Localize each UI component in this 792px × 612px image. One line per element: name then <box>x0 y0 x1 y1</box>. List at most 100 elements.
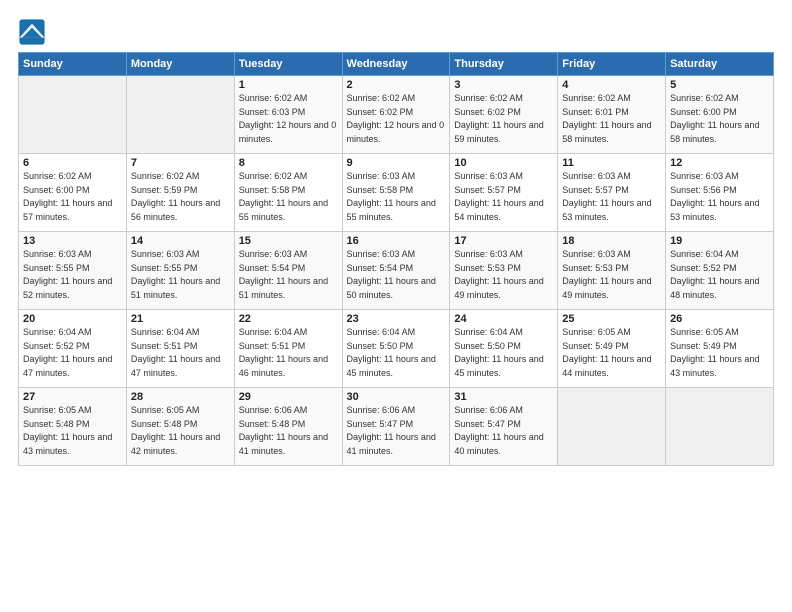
day-number: 22 <box>239 313 338 325</box>
day-info: Sunrise: 6:02 AMSunset: 6:00 PMDaylight:… <box>670 92 769 146</box>
week-row-2: 6Sunrise: 6:02 AMSunset: 6:00 PMDaylight… <box>19 154 774 232</box>
day-number: 10 <box>454 157 553 169</box>
day-cell <box>126 76 234 154</box>
day-info: Sunrise: 6:02 AMSunset: 6:02 PMDaylight:… <box>454 92 553 146</box>
day-cell <box>19 76 127 154</box>
day-number: 30 <box>347 391 446 403</box>
header-row: SundayMondayTuesdayWednesdayThursdayFrid… <box>19 53 774 76</box>
header-day-thursday: Thursday <box>450 53 558 76</box>
calendar-table: SundayMondayTuesdayWednesdayThursdayFrid… <box>18 52 774 466</box>
day-cell: 25Sunrise: 6:05 AMSunset: 5:49 PMDayligh… <box>558 310 666 388</box>
day-cell: 5Sunrise: 6:02 AMSunset: 6:00 PMDaylight… <box>666 76 774 154</box>
day-info: Sunrise: 6:05 AMSunset: 5:49 PMDaylight:… <box>562 326 661 380</box>
day-cell: 17Sunrise: 6:03 AMSunset: 5:53 PMDayligh… <box>450 232 558 310</box>
day-cell: 6Sunrise: 6:02 AMSunset: 6:00 PMDaylight… <box>19 154 127 232</box>
day-number: 8 <box>239 157 338 169</box>
day-info: Sunrise: 6:04 AMSunset: 5:52 PMDaylight:… <box>670 248 769 302</box>
day-number: 25 <box>562 313 661 325</box>
day-cell: 4Sunrise: 6:02 AMSunset: 6:01 PMDaylight… <box>558 76 666 154</box>
day-cell: 18Sunrise: 6:03 AMSunset: 5:53 PMDayligh… <box>558 232 666 310</box>
day-cell: 29Sunrise: 6:06 AMSunset: 5:48 PMDayligh… <box>234 388 342 466</box>
day-info: Sunrise: 6:04 AMSunset: 5:50 PMDaylight:… <box>347 326 446 380</box>
day-info: Sunrise: 6:05 AMSunset: 5:48 PMDaylight:… <box>23 404 122 458</box>
header <box>18 18 774 46</box>
day-info: Sunrise: 6:02 AMSunset: 5:59 PMDaylight:… <box>131 170 230 224</box>
day-number: 16 <box>347 235 446 247</box>
day-info: Sunrise: 6:04 AMSunset: 5:52 PMDaylight:… <box>23 326 122 380</box>
day-cell: 28Sunrise: 6:05 AMSunset: 5:48 PMDayligh… <box>126 388 234 466</box>
day-number: 24 <box>454 313 553 325</box>
header-day-wednesday: Wednesday <box>342 53 450 76</box>
day-number: 14 <box>131 235 230 247</box>
day-number: 18 <box>562 235 661 247</box>
day-cell: 12Sunrise: 6:03 AMSunset: 5:56 PMDayligh… <box>666 154 774 232</box>
day-cell: 14Sunrise: 6:03 AMSunset: 5:55 PMDayligh… <box>126 232 234 310</box>
day-cell: 11Sunrise: 6:03 AMSunset: 5:57 PMDayligh… <box>558 154 666 232</box>
day-number: 13 <box>23 235 122 247</box>
week-row-1: 1Sunrise: 6:02 AMSunset: 6:03 PMDaylight… <box>19 76 774 154</box>
day-cell: 23Sunrise: 6:04 AMSunset: 5:50 PMDayligh… <box>342 310 450 388</box>
day-cell: 27Sunrise: 6:05 AMSunset: 5:48 PMDayligh… <box>19 388 127 466</box>
day-cell: 26Sunrise: 6:05 AMSunset: 5:49 PMDayligh… <box>666 310 774 388</box>
day-number: 11 <box>562 157 661 169</box>
day-cell: 2Sunrise: 6:02 AMSunset: 6:02 PMDaylight… <box>342 76 450 154</box>
day-info: Sunrise: 6:03 AMSunset: 5:56 PMDaylight:… <box>670 170 769 224</box>
day-number: 23 <box>347 313 446 325</box>
day-cell <box>666 388 774 466</box>
day-info: Sunrise: 6:03 AMSunset: 5:54 PMDaylight:… <box>239 248 338 302</box>
calendar-page: SundayMondayTuesdayWednesdayThursdayFrid… <box>0 0 792 476</box>
day-number: 17 <box>454 235 553 247</box>
calendar-body: 1Sunrise: 6:02 AMSunset: 6:03 PMDaylight… <box>19 76 774 466</box>
day-info: Sunrise: 6:06 AMSunset: 5:47 PMDaylight:… <box>454 404 553 458</box>
day-cell: 21Sunrise: 6:04 AMSunset: 5:51 PMDayligh… <box>126 310 234 388</box>
day-cell: 24Sunrise: 6:04 AMSunset: 5:50 PMDayligh… <box>450 310 558 388</box>
day-info: Sunrise: 6:03 AMSunset: 5:55 PMDaylight:… <box>131 248 230 302</box>
day-cell: 13Sunrise: 6:03 AMSunset: 5:55 PMDayligh… <box>19 232 127 310</box>
header-day-saturday: Saturday <box>666 53 774 76</box>
day-number: 1 <box>239 79 338 91</box>
day-info: Sunrise: 6:02 AMSunset: 6:02 PMDaylight:… <box>347 92 446 146</box>
logo <box>18 18 50 46</box>
day-info: Sunrise: 6:05 AMSunset: 5:48 PMDaylight:… <box>131 404 230 458</box>
day-number: 26 <box>670 313 769 325</box>
day-cell: 8Sunrise: 6:02 AMSunset: 5:58 PMDaylight… <box>234 154 342 232</box>
day-cell: 1Sunrise: 6:02 AMSunset: 6:03 PMDaylight… <box>234 76 342 154</box>
calendar-header: SundayMondayTuesdayWednesdayThursdayFrid… <box>19 53 774 76</box>
day-number: 28 <box>131 391 230 403</box>
day-number: 2 <box>347 79 446 91</box>
day-number: 21 <box>131 313 230 325</box>
day-info: Sunrise: 6:03 AMSunset: 5:57 PMDaylight:… <box>454 170 553 224</box>
day-cell: 22Sunrise: 6:04 AMSunset: 5:51 PMDayligh… <box>234 310 342 388</box>
day-cell: 20Sunrise: 6:04 AMSunset: 5:52 PMDayligh… <box>19 310 127 388</box>
week-row-5: 27Sunrise: 6:05 AMSunset: 5:48 PMDayligh… <box>19 388 774 466</box>
day-info: Sunrise: 6:03 AMSunset: 5:55 PMDaylight:… <box>23 248 122 302</box>
day-cell: 30Sunrise: 6:06 AMSunset: 5:47 PMDayligh… <box>342 388 450 466</box>
day-info: Sunrise: 6:03 AMSunset: 5:53 PMDaylight:… <box>454 248 553 302</box>
day-info: Sunrise: 6:02 AMSunset: 6:00 PMDaylight:… <box>23 170 122 224</box>
day-cell: 31Sunrise: 6:06 AMSunset: 5:47 PMDayligh… <box>450 388 558 466</box>
day-number: 20 <box>23 313 122 325</box>
day-info: Sunrise: 6:03 AMSunset: 5:54 PMDaylight:… <box>347 248 446 302</box>
day-number: 5 <box>670 79 769 91</box>
day-cell: 9Sunrise: 6:03 AMSunset: 5:58 PMDaylight… <box>342 154 450 232</box>
day-number: 6 <box>23 157 122 169</box>
day-number: 27 <box>23 391 122 403</box>
week-row-3: 13Sunrise: 6:03 AMSunset: 5:55 PMDayligh… <box>19 232 774 310</box>
day-info: Sunrise: 6:04 AMSunset: 5:51 PMDaylight:… <box>239 326 338 380</box>
day-number: 12 <box>670 157 769 169</box>
day-number: 3 <box>454 79 553 91</box>
header-day-friday: Friday <box>558 53 666 76</box>
day-number: 15 <box>239 235 338 247</box>
day-cell: 3Sunrise: 6:02 AMSunset: 6:02 PMDaylight… <box>450 76 558 154</box>
day-info: Sunrise: 6:03 AMSunset: 5:53 PMDaylight:… <box>562 248 661 302</box>
day-info: Sunrise: 6:06 AMSunset: 5:47 PMDaylight:… <box>347 404 446 458</box>
day-number: 7 <box>131 157 230 169</box>
day-info: Sunrise: 6:02 AMSunset: 5:58 PMDaylight:… <box>239 170 338 224</box>
day-info: Sunrise: 6:02 AMSunset: 6:03 PMDaylight:… <box>239 92 338 146</box>
day-number: 19 <box>670 235 769 247</box>
day-info: Sunrise: 6:03 AMSunset: 5:57 PMDaylight:… <box>562 170 661 224</box>
day-number: 29 <box>239 391 338 403</box>
day-info: Sunrise: 6:02 AMSunset: 6:01 PMDaylight:… <box>562 92 661 146</box>
day-cell: 10Sunrise: 6:03 AMSunset: 5:57 PMDayligh… <box>450 154 558 232</box>
day-cell: 16Sunrise: 6:03 AMSunset: 5:54 PMDayligh… <box>342 232 450 310</box>
